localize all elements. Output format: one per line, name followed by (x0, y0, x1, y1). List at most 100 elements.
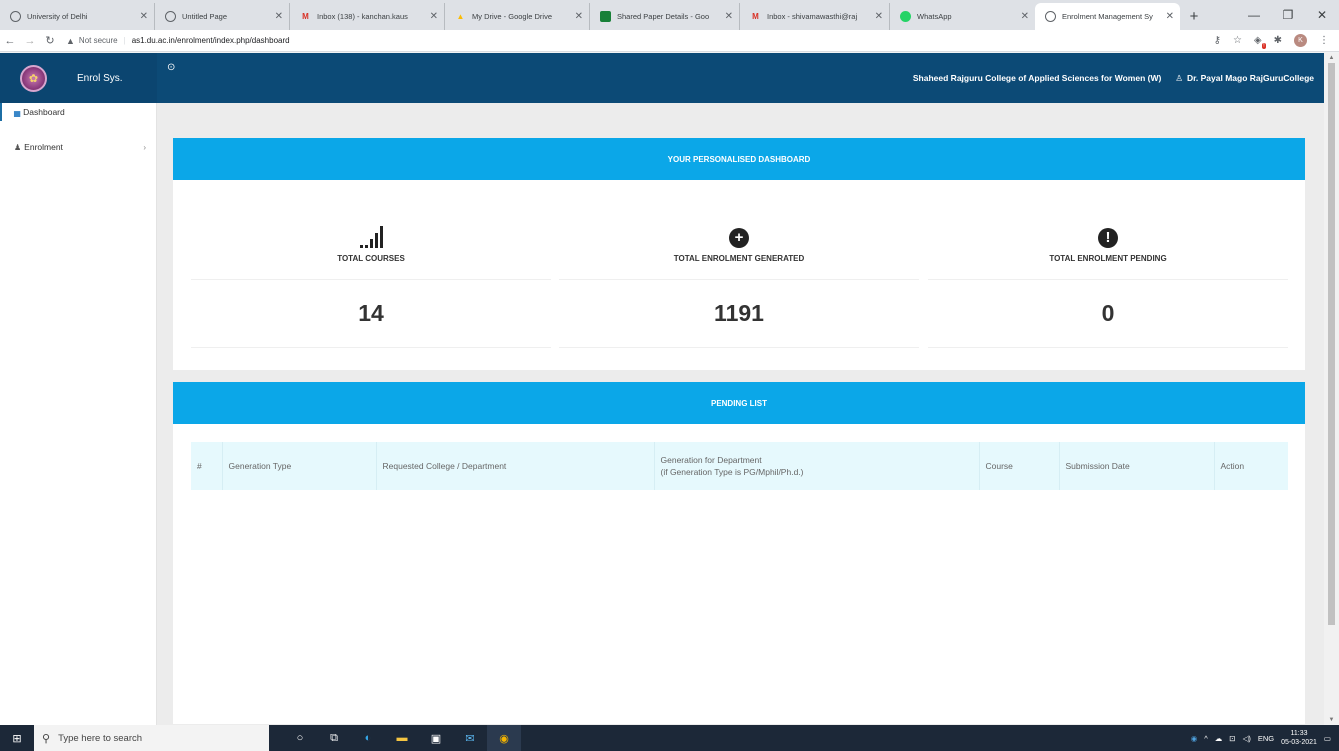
tab-university-of-delhi[interactable]: University of Delhi ✕ (0, 3, 155, 30)
windows-start-icon[interactable]: ⊞ (0, 725, 34, 751)
notifications-icon[interactable]: ▭ (1324, 734, 1331, 743)
badge: ! (1262, 43, 1266, 49)
store-icon[interactable]: ▣ (419, 725, 453, 751)
url-text: as1.du.ac.in/enrolment/index.php/dashboa… (131, 36, 290, 45)
tab-shared-paper-details[interactable]: Shared Paper Details - Goo ✕ (590, 3, 740, 30)
taskbar-search-input[interactable]: ⚲ Type here to search (34, 725, 269, 751)
icon-box: + (559, 208, 919, 248)
main-content: YOUR PERSONALISED DASHBOARD TOTAL COURSE… (157, 103, 1324, 725)
pending-heading: PENDING LIST (173, 382, 1305, 424)
browser-tab-strip: University of Delhi ✕ Untitled Page ✕ M … (0, 0, 1339, 30)
close-icon[interactable]: ✕ (575, 11, 583, 22)
table-header-row: # Generation Type Requested College / De… (191, 442, 1288, 490)
close-icon[interactable]: ✕ (1021, 11, 1029, 22)
menu-icon[interactable]: ⋮ (1319, 35, 1329, 46)
cloud-icon[interactable]: ☁ (1215, 734, 1223, 743)
close-window-icon[interactable]: ✕ (1305, 0, 1339, 30)
exclamation-circle-icon: ! (1098, 228, 1118, 248)
user-icon: ♟ (14, 142, 22, 152)
new-tab-button[interactable]: + (1180, 3, 1208, 30)
puzzle-icon[interactable]: ✱ (1274, 35, 1282, 46)
reload-icon[interactable]: ↻ (40, 34, 60, 47)
back-icon[interactable]: ← (0, 35, 20, 47)
tab-whatsapp[interactable]: WhatsApp ✕ (890, 3, 1035, 30)
college-name: Shaheed Rajguru College of Applied Scien… (912, 73, 1162, 83)
close-icon[interactable]: ✕ (430, 11, 438, 22)
restore-icon[interactable]: ❐ (1271, 0, 1305, 30)
scrollbar-thumb[interactable] (1328, 63, 1335, 625)
mail-icon[interactable]: ✉ (453, 725, 487, 751)
sidebar-item-label: Dashboard (23, 107, 65, 117)
minimize-icon[interactable]: — (1237, 0, 1271, 30)
sidebar-item-label: Enrolment (24, 142, 63, 152)
icon-box: ! (928, 208, 1288, 248)
sidebar-item-dashboard[interactable]: ▅ Dashboard (0, 103, 156, 121)
language-indicator[interactable]: ENG (1258, 734, 1274, 743)
sidebar-toggle-icon[interactable]: ⊙ (167, 62, 175, 73)
tab-untitled-page[interactable]: Untitled Page ✕ (155, 3, 290, 30)
globe-icon (10, 11, 21, 22)
warning-icon: ▲ (66, 35, 75, 46)
edge-icon[interactable]: ◐ (351, 725, 385, 751)
dashboard-heading: YOUR PERSONALISED DASHBOARD (173, 138, 1305, 180)
close-icon[interactable]: ✕ (140, 11, 148, 22)
globe-icon (1045, 11, 1056, 22)
chart-area-icon: ▅ (14, 107, 21, 117)
close-icon[interactable]: ✕ (1166, 11, 1174, 22)
sidebar-item-enrolment[interactable]: ♟ Enrolment › (0, 138, 156, 156)
key-icon[interactable]: ⚷ (1214, 35, 1221, 46)
icon-box (191, 208, 551, 248)
tab-google-drive[interactable]: ▲ My Drive - Google Drive ✕ (445, 3, 590, 30)
app-header: ✿ Enrol Sys. ⊙ Shaheed Rajguru College o… (0, 53, 1324, 103)
tab-inbox-shivam[interactable]: M Inbox - shivamawasthi@raj ✕ (740, 3, 890, 30)
logo-icon: ✿ (20, 64, 47, 92)
search-placeholder: Type here to search (58, 732, 143, 744)
dashboard-card: YOUR PERSONALISED DASHBOARD TOTAL COURSE… (173, 138, 1305, 370)
network-icon[interactable]: ⊡ (1229, 734, 1235, 743)
divider: | (123, 36, 126, 45)
sidebar: ▅ Dashboard ♟ Enrolment › (0, 103, 157, 725)
volume-icon[interactable]: ◁) (1243, 734, 1251, 743)
help-icon[interactable]: ◉ (1191, 734, 1198, 743)
globe-icon (165, 11, 176, 22)
tab-title: University of Delhi (27, 12, 88, 21)
star-icon[interactable]: ☆ (1233, 35, 1242, 46)
tab-inbox-kanchan[interactable]: M Inbox (138) - kanchan.kaus ✕ (290, 3, 445, 30)
app-name[interactable]: Enrol Sys. (77, 73, 123, 84)
stat-value: 0 (928, 300, 1288, 348)
chevron-up-icon[interactable]: ^ (1204, 734, 1208, 743)
system-tray: ◉ ^ ☁ ⊡ ◁) ENG 11:33 05-03-2021 ▭ (1191, 729, 1339, 747)
tab-title: Untitled Page (182, 12, 228, 21)
tab-enrolment-management[interactable]: Enrolment Management Sy ✕ (1035, 3, 1180, 30)
clock-time: 11:33 (1290, 730, 1308, 737)
column-header-course: Course (979, 442, 1060, 490)
window-controls: — ❐ ✕ (1237, 0, 1339, 30)
drive-icon: ▲ (456, 12, 465, 21)
close-icon[interactable]: ✕ (725, 11, 733, 22)
sheets-icon (600, 11, 611, 22)
column-header-generation-for-department: Generation for Department (if Generation… (654, 442, 980, 490)
pending-list-card: PENDING LIST # Generation Type Requested… (173, 382, 1305, 724)
close-icon[interactable]: ✕ (275, 11, 283, 22)
stat-total-enrolment-pending: ! TOTAL ENROLMENT PENDING 0 (928, 180, 1288, 348)
extension-icon[interactable]: ◈! (1254, 35, 1266, 49)
forward-icon[interactable]: → (20, 35, 40, 47)
tab-title: Enrolment Management Sy (1062, 12, 1153, 21)
taskbar-apps: ○ ⧉ ◐ ▬ ▣ ✉ ◉ (283, 725, 521, 751)
toolbar-right: ⚷ ☆ ◈! ✱ K ⋮ (1214, 34, 1339, 49)
scroll-down-icon[interactable]: ▼ (1324, 717, 1339, 723)
page-scrollbar[interactable]: ▲ ▼ (1324, 53, 1339, 725)
chrome-icon[interactable]: ◉ (487, 725, 521, 751)
profile-avatar[interactable]: K (1294, 34, 1307, 47)
url-input[interactable]: ▲ Not secure | as1.du.ac.in/enrolment/in… (66, 32, 1214, 50)
header-right: Shaheed Rajguru College of Applied Scien… (913, 73, 1324, 84)
close-icon[interactable]: ✕ (875, 11, 883, 22)
user-menu[interactable]: ♙ Dr. Payal Mago RajGuruCollege (1175, 73, 1314, 84)
file-explorer-icon[interactable]: ▬ (385, 725, 419, 751)
scroll-up-icon[interactable]: ▲ (1324, 55, 1339, 61)
tab-title: Inbox - shivamawasthi@raj (767, 12, 858, 21)
column-header-submission-date: Submission Date (1059, 442, 1215, 490)
clock[interactable]: 11:33 05-03-2021 (1281, 729, 1317, 747)
cortana-icon[interactable]: ○ (283, 725, 317, 751)
task-view-icon[interactable]: ⧉ (317, 725, 351, 751)
